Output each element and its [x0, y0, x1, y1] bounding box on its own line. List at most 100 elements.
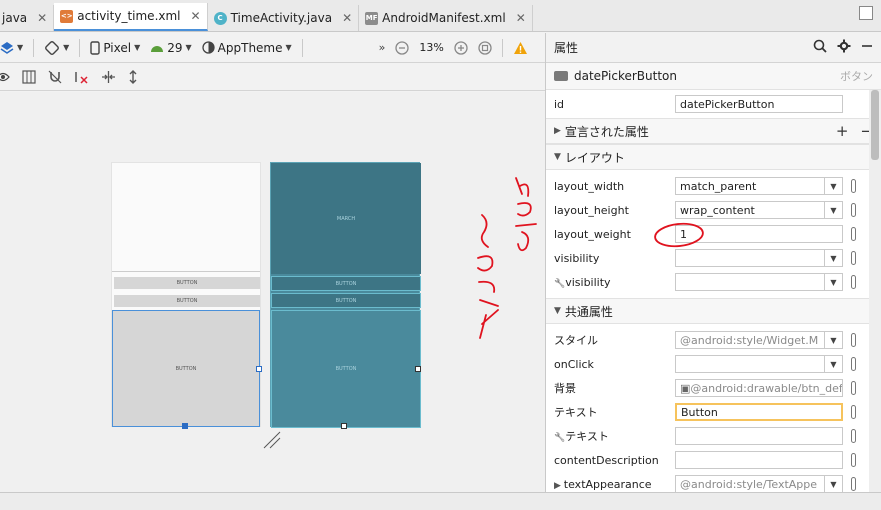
tab-android-manifest[interactable]: MF AndroidManifest.xml ✕: [359, 5, 533, 31]
infer-constraints-button[interactable]: [101, 70, 116, 84]
attr-value: 1: [680, 227, 687, 241]
theme-selector[interactable]: AppTheme ▼: [202, 41, 292, 55]
expand-arrow-icon[interactable]: ▶: [554, 126, 561, 136]
close-icon[interactable]: ✕: [37, 11, 47, 25]
attr-label: 🔧visibility: [554, 276, 675, 289]
image-icon: ▣: [680, 381, 691, 395]
close-icon[interactable]: ✕: [191, 9, 201, 23]
attr-input[interactable]: [675, 427, 843, 445]
attributes-scrollbar[interactable]: [869, 90, 881, 492]
resize-handle[interactable]: [256, 366, 262, 372]
attr-input[interactable]: 1: [675, 225, 843, 243]
vertical-spread-button[interactable]: [128, 69, 138, 84]
orientation-button[interactable]: ▼: [44, 40, 69, 56]
gear-icon[interactable]: [837, 39, 851, 57]
overflow-button[interactable]: »: [379, 41, 386, 54]
rotate-icon: [45, 40, 60, 55]
chevron-down-icon[interactable]: ▼: [824, 356, 842, 372]
expand-arrow-icon[interactable]: ▶: [554, 481, 564, 491]
section-common-attributes[interactable]: ▼ 共通属性: [546, 298, 881, 324]
close-icon[interactable]: ✕: [342, 11, 352, 25]
attr-label-text: 背景: [554, 382, 576, 395]
resource-picker-icon[interactable]: [851, 477, 856, 491]
resource-picker-icon[interactable]: [851, 405, 856, 419]
attr-dropdown[interactable]: ▼: [675, 273, 843, 291]
chevron-down-icon[interactable]: ▼: [824, 202, 842, 218]
add-attribute-button[interactable]: +: [836, 122, 849, 140]
common-attributes: スタイル @android:style/Widget.M ▼ onClick ▼ 背景 ▣ …: [546, 328, 881, 496]
device-selector[interactable]: Pixel ▼: [90, 41, 140, 55]
zoom-fit-button[interactable]: [478, 40, 492, 55]
collapse-arrow-icon[interactable]: ▼: [554, 306, 561, 316]
attr-label: contentDescription: [554, 454, 675, 467]
resource-picker-icon[interactable]: [851, 429, 856, 443]
attr-label-text: スタイル: [554, 334, 598, 347]
resource-picker-icon[interactable]: [851, 179, 856, 193]
resize-handle[interactable]: [341, 423, 347, 429]
zoom-in-icon: [454, 40, 468, 55]
attr-dropdown[interactable]: match_parent ▼: [675, 177, 843, 195]
section-declared-attributes[interactable]: ▶ 宣言された属性 + −: [546, 118, 881, 144]
attr-input[interactable]: [675, 451, 843, 469]
clear-constraints-button[interactable]: [74, 70, 89, 84]
preview-button[interactable]: BUTTON: [114, 295, 260, 307]
resource-picker-icon[interactable]: [851, 381, 856, 395]
resource-picker-icon[interactable]: [851, 227, 856, 241]
attr-dropdown[interactable]: wrap_content ▼: [675, 201, 843, 219]
id-input[interactable]: datePickerButton: [675, 95, 843, 113]
attr-input[interactable]: ▣ @android:drawable/btn_def: [675, 379, 843, 397]
resource-picker-icon[interactable]: [851, 251, 856, 265]
attr-dropdown[interactable]: @android:style/Widget.M ▼: [675, 331, 843, 349]
attr-label: ▶ textAppearance: [554, 478, 675, 491]
collapse-arrow-icon[interactable]: ▼: [554, 152, 561, 162]
attr-row: 背景 ▣ @android:drawable/btn_def: [546, 376, 881, 400]
blueprint-toggle-button[interactable]: [22, 69, 36, 84]
chevron-down-icon[interactable]: ▼: [824, 476, 842, 492]
preview-button[interactable]: BUTTON: [114, 277, 260, 289]
design-preview-screen[interactable]: BUTTON BUTTON BUTTON: [111, 162, 262, 429]
attr-input[interactable]: Button: [675, 403, 843, 421]
tab-java[interactable]: java ✕: [0, 5, 55, 31]
resize-handle[interactable]: [182, 423, 188, 429]
close-icon[interactable]: ✕: [516, 11, 526, 25]
search-icon[interactable]: [813, 39, 827, 57]
blueprint-button[interactable]: BUTTON: [271, 276, 421, 291]
button-component-icon: [554, 71, 568, 81]
section-layout[interactable]: ▼ レイアウト: [546, 144, 881, 170]
blueprint-preview-screen[interactable]: MARCH BUTTON BUTTON BUTTON: [270, 162, 421, 429]
resize-handle[interactable]: [415, 366, 421, 372]
show-view-options-button[interactable]: [0, 72, 10, 82]
component-name: datePickerButton: [574, 69, 677, 83]
attr-dropdown[interactable]: ▼: [675, 355, 843, 373]
attr-label: visibility: [554, 252, 675, 265]
resource-picker-icon[interactable]: [851, 203, 856, 217]
minimize-icon[interactable]: [861, 40, 873, 56]
chevron-down-icon[interactable]: ▼: [824, 274, 842, 290]
zoom-out-button[interactable]: [395, 40, 410, 55]
autoconnect-button[interactable]: [48, 70, 62, 84]
api-level-selector[interactable]: 29 ▼: [150, 41, 192, 55]
blueprint-top-view[interactable]: MARCH: [271, 163, 421, 274]
chevron-down-icon[interactable]: ▼: [824, 332, 842, 348]
blueprint-button[interactable]: BUTTON: [271, 293, 421, 308]
canvas-resize-grip-icon[interactable]: [262, 430, 282, 450]
attr-dropdown[interactable]: @android:style/TextAppe ▼: [675, 475, 843, 493]
preview-selected-button[interactable]: BUTTON: [112, 310, 260, 427]
resource-picker-icon[interactable]: [851, 333, 856, 347]
tab-time-activity-java[interactable]: C TimeActivity.java ✕: [208, 5, 360, 31]
attr-dropdown[interactable]: ▼: [675, 249, 843, 267]
resource-picker-icon[interactable]: [851, 275, 856, 289]
resource-picker-icon[interactable]: [851, 357, 856, 371]
zoom-in-button[interactable]: [454, 40, 468, 55]
scrollbar-thumb[interactable]: [871, 90, 879, 160]
tab-activity-time-xml[interactable]: <> activity_time.xml ✕: [54, 3, 208, 31]
design-surface-button[interactable]: ▼: [0, 41, 23, 55]
restore-window-icon[interactable]: [859, 6, 873, 20]
warnings-button[interactable]: [513, 41, 528, 55]
chevron-down-icon[interactable]: ▼: [824, 178, 842, 194]
attr-row: onClick ▼: [546, 352, 881, 376]
manifest-file-icon: MF: [365, 11, 379, 25]
blueprint-selected-button[interactable]: BUTTON: [271, 310, 421, 428]
chevron-down-icon[interactable]: ▼: [824, 250, 842, 266]
resource-picker-icon[interactable]: [851, 453, 856, 467]
